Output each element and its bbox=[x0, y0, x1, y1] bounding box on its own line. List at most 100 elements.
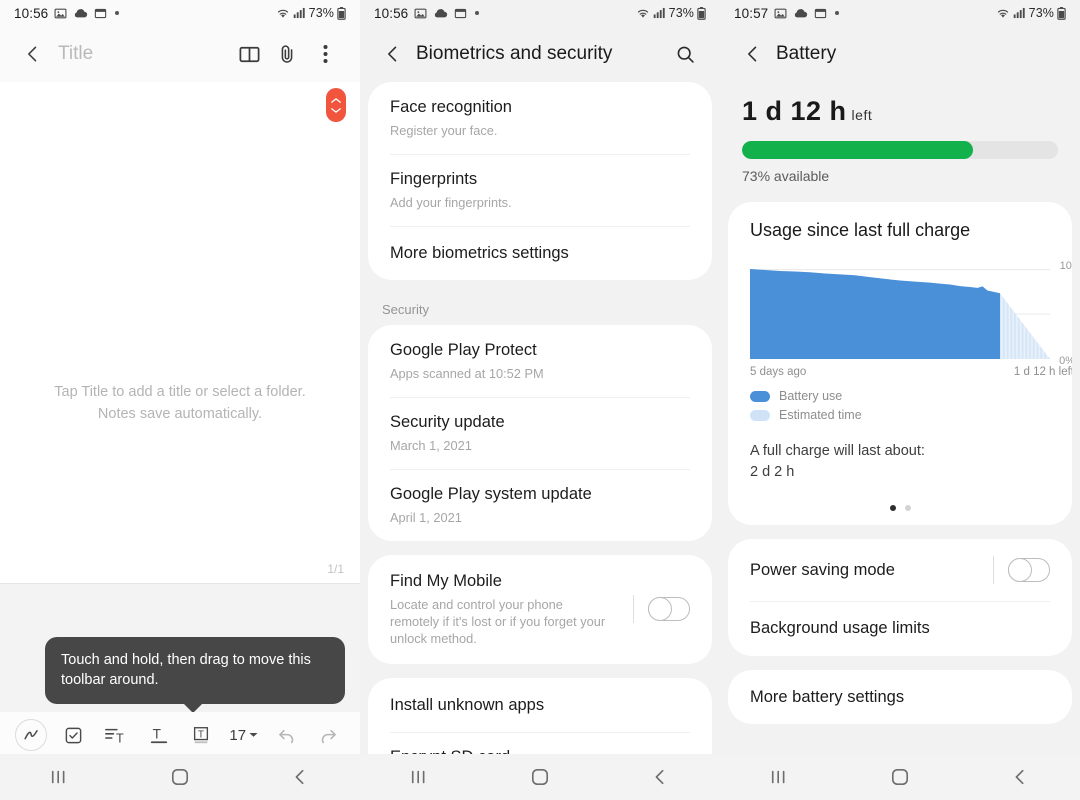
section-label-security: Security bbox=[382, 302, 429, 318]
note-hint-line2: Notes save automatically. bbox=[97, 405, 263, 422]
list-item[interactable]: Google Play Protect Apps scanned at 10:5… bbox=[368, 325, 712, 397]
legend-label: Battery use bbox=[779, 389, 843, 403]
note-title-input[interactable]: Title bbox=[58, 43, 93, 65]
battery-icon bbox=[697, 6, 706, 20]
recents-icon[interactable] bbox=[750, 768, 810, 786]
legend-label: Estimated time bbox=[779, 408, 862, 422]
list-item[interactable]: Install unknown apps bbox=[368, 678, 712, 733]
home-icon[interactable] bbox=[870, 768, 930, 786]
list-item[interactable]: Security update March 1, 2021 bbox=[368, 397, 712, 469]
battery-time-unit: left bbox=[851, 107, 873, 123]
chart-area-estimated-time bbox=[1000, 293, 1050, 359]
back-icon[interactable] bbox=[270, 768, 330, 786]
row-subtitle: Add your fingerprints. bbox=[390, 194, 512, 210]
page-dot-active[interactable] bbox=[889, 505, 896, 512]
status-bar: 10:57 73% bbox=[720, 0, 1080, 26]
list-item[interactable]: Google Play system update April 1, 2021 bbox=[368, 469, 712, 541]
svg-text:T: T bbox=[198, 729, 204, 740]
recents-icon[interactable] bbox=[390, 768, 450, 786]
recents-icon[interactable] bbox=[30, 768, 90, 786]
list-item[interactable]: More biometrics settings bbox=[368, 225, 712, 281]
text-box-icon[interactable]: T bbox=[180, 725, 223, 745]
cloud-icon bbox=[433, 7, 448, 19]
row-title: Power saving mode bbox=[750, 560, 895, 579]
list-item[interactable]: Background usage limits bbox=[728, 601, 1072, 656]
power-saving-toggle[interactable] bbox=[993, 556, 1050, 585]
checkbox-icon[interactable] bbox=[53, 726, 96, 745]
status-bar: 10:56 73% bbox=[0, 0, 360, 26]
back-button[interactable] bbox=[376, 37, 410, 71]
overflow-menu-icon[interactable] bbox=[306, 35, 344, 73]
undo-icon[interactable] bbox=[265, 725, 308, 746]
navigation-bar bbox=[0, 754, 360, 800]
row-title: Google Play system update bbox=[390, 485, 592, 504]
battery-available-label: 73% available bbox=[742, 168, 830, 184]
battery-usage-chart: 100 0% 5 days ago 1 d 12 h left bbox=[750, 260, 1072, 378]
full-charge-info: A full charge will last about: 2 d 2 h bbox=[728, 427, 1072, 483]
card-page-dots[interactable] bbox=[728, 483, 1072, 512]
chart-x-tick-right: 1 d 12 h left bbox=[1013, 366, 1072, 378]
row-title: Face recognition bbox=[390, 98, 512, 116]
battery-summary: 1 d 12 h left bbox=[720, 82, 1080, 127]
toolbar-tooltip: Touch and hold, then drag to move this t… bbox=[45, 637, 345, 713]
battery-time-left: 1 d 12 h left bbox=[742, 96, 1058, 127]
battery-level-bar bbox=[742, 141, 1058, 159]
paperclip-icon[interactable] bbox=[268, 35, 306, 73]
toggle-knob bbox=[647, 596, 672, 621]
font-size-selector[interactable]: 17 bbox=[223, 727, 266, 744]
redo-icon[interactable] bbox=[308, 725, 351, 746]
battery-time-value: 1 d 12 h bbox=[742, 96, 847, 126]
pen-icon[interactable] bbox=[10, 719, 53, 751]
screenshot-icon bbox=[814, 7, 827, 20]
toggle-switch-off[interactable] bbox=[647, 596, 690, 622]
list-item[interactable]: Encrypt SD card No SD card bbox=[368, 732, 712, 754]
navigation-bar bbox=[720, 754, 1080, 800]
scroll-handle[interactable] bbox=[326, 88, 346, 122]
status-bar: 10:56 73% bbox=[360, 0, 720, 26]
panel-notes: 10:56 73% Title Tap Title to add a title… bbox=[0, 0, 360, 800]
row-subtitle: Locate and control your phone remotely i… bbox=[390, 596, 606, 647]
status-battery-percent: 73% bbox=[1028, 6, 1054, 20]
home-icon[interactable] bbox=[150, 768, 210, 786]
home-icon[interactable] bbox=[510, 768, 570, 786]
row-title: Security update bbox=[390, 413, 505, 432]
page-title: Biometrics and security bbox=[416, 43, 613, 64]
battery-level-fill bbox=[742, 141, 973, 159]
svg-text:T: T bbox=[116, 731, 124, 745]
page-dot[interactable] bbox=[904, 505, 911, 512]
chart-legend: Battery use Estimated time bbox=[750, 389, 1050, 422]
settings-scroll-area[interactable]: 10:56 73% Biometrics and security Face r… bbox=[360, 0, 720, 754]
wifi-icon bbox=[996, 7, 1010, 19]
cloud-icon bbox=[73, 7, 88, 19]
chart-svg bbox=[750, 269, 1050, 359]
text-underline-icon[interactable]: T bbox=[138, 725, 181, 745]
back-icon[interactable] bbox=[630, 768, 690, 786]
find-my-mobile-toggle[interactable] bbox=[633, 595, 690, 624]
note-editor-body[interactable]: Tap Title to add a title or select a fol… bbox=[0, 82, 360, 582]
search-icon[interactable] bbox=[666, 35, 704, 73]
usage-title: Usage since last full charge bbox=[750, 220, 971, 240]
list-item[interactable]: Fingerprints Add your fingerprints. bbox=[368, 153, 712, 226]
battery-scroll-area[interactable]: 10:57 73% Battery 1 d 12 h left 73% avai… bbox=[720, 0, 1080, 754]
back-icon[interactable] bbox=[990, 768, 1050, 786]
list-item[interactable]: Power saving mode bbox=[728, 539, 1072, 601]
full-charge-value: 2 d 2 h bbox=[750, 464, 795, 481]
battery-icon bbox=[1057, 6, 1066, 20]
book-icon[interactable] bbox=[230, 35, 268, 73]
row-title: Fingerprints bbox=[390, 169, 478, 188]
back-button[interactable] bbox=[736, 37, 770, 71]
three-panel-screenshot: 10:56 73% Title Tap Title to add a title… bbox=[0, 0, 1080, 800]
status-time: 10:56 bbox=[374, 5, 409, 21]
list-item[interactable]: Find My Mobile Locate and control your p… bbox=[368, 555, 712, 663]
status-battery-percent: 73% bbox=[308, 6, 334, 20]
settings-header: Biometrics and security bbox=[360, 26, 720, 82]
list-item[interactable]: Face recognition Register your face. bbox=[368, 82, 712, 154]
note-toolbar: T T T 17 bbox=[0, 712, 360, 758]
toggle-switch-off[interactable] bbox=[1007, 557, 1050, 583]
back-button[interactable] bbox=[16, 37, 50, 71]
paragraph-align-icon[interactable]: T bbox=[95, 726, 138, 745]
row-title: More biometrics settings bbox=[390, 243, 569, 262]
list-item[interactable]: More battery settings bbox=[728, 670, 1072, 725]
battery-header: Battery bbox=[720, 26, 1080, 82]
row-title: Find My Mobile bbox=[390, 572, 502, 591]
